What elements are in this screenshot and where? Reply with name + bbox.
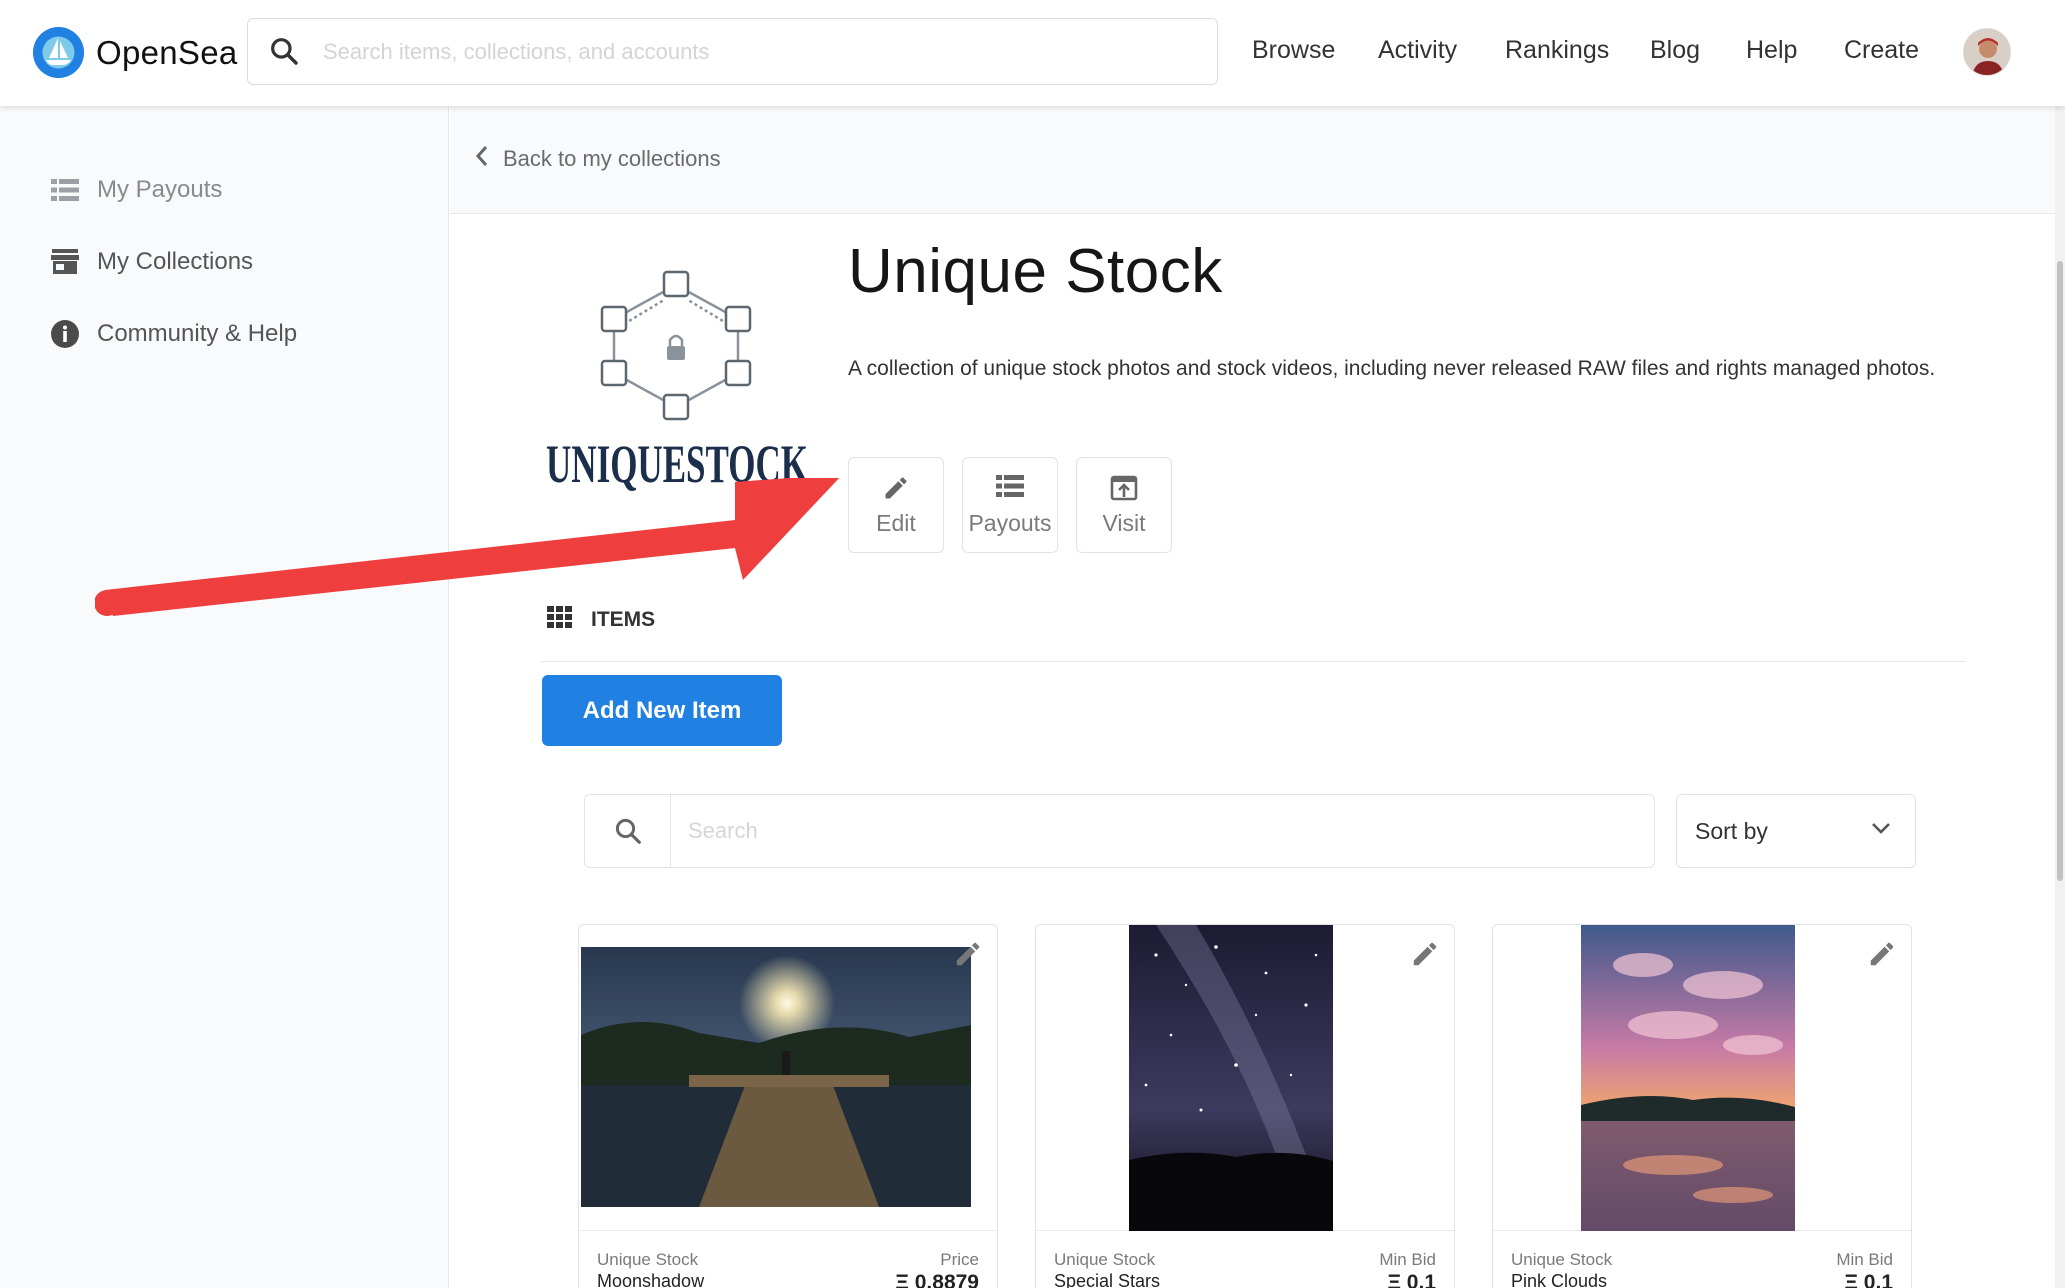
sidebar-item-community-help[interactable]: Community & Help: [50, 319, 297, 349]
opensea-logo-icon: [33, 27, 84, 78]
item-price: Ξ 0.1: [1844, 1271, 1893, 1288]
nav-activity[interactable]: Activity: [1378, 36, 1457, 65]
sidebar-item-my-payouts[interactable]: My Payouts: [50, 175, 222, 205]
item-image: [579, 925, 997, 1231]
nav-browse[interactable]: Browse: [1252, 36, 1335, 65]
nav-blog[interactable]: Blog: [1650, 36, 1700, 65]
chevron-left-icon: [475, 145, 489, 172]
nav-help[interactable]: Help: [1746, 36, 1797, 65]
sort-by-dropdown[interactable]: Sort by: [1676, 794, 1916, 868]
item-card[interactable]: Unique Stock Moonshadow Price Ξ 0.8879: [578, 924, 998, 1288]
divider: [541, 661, 1966, 662]
sidebar-item-label: Community & Help: [97, 320, 298, 347]
storefront-icon: [50, 247, 80, 277]
items-search-input[interactable]: [688, 809, 1628, 853]
edit-item-pencil-icon[interactable]: [1867, 939, 1897, 974]
add-new-item-button[interactable]: Add New Item: [542, 675, 782, 746]
opensea-logo[interactable]: OpenSea: [33, 27, 238, 78]
search-icon: [585, 795, 671, 867]
payouts-button[interactable]: Payouts: [962, 457, 1058, 553]
chevron-down-icon: [1870, 821, 1892, 840]
scrollbar-thumb[interactable]: [2057, 261, 2063, 881]
item-image: [1493, 925, 1911, 1231]
sidebar-item-label: My Collections: [97, 248, 254, 275]
list-icon: [963, 474, 1057, 498]
user-avatar[interactable]: [1963, 28, 2011, 76]
item-price-label: Min Bid: [1379, 1250, 1436, 1269]
items-section-heading: ITEMS: [547, 606, 655, 633]
list-icon: [50, 175, 80, 205]
collection-description: A collection of unique stock photos and …: [848, 357, 1936, 380]
annotation-arrow: [95, 478, 840, 616]
item-name: Pink Clouds: [1511, 1271, 1608, 1288]
item-price: Ξ 0.8879: [895, 1271, 979, 1288]
item-name: Special Stars: [1054, 1271, 1161, 1288]
item-card[interactable]: Unique Stock Pink Clouds Min Bid Ξ 0.1: [1492, 924, 1912, 1288]
sidebar-item-label: My Payouts: [97, 176, 223, 203]
global-search[interactable]: [247, 18, 1218, 85]
edit-item-pencil-icon[interactable]: [953, 939, 983, 974]
sidebar: [0, 106, 449, 1288]
item-price: Ξ 0.1: [1387, 1271, 1436, 1288]
top-header: OpenSea Browse Activity Rankings Blog He…: [0, 0, 2065, 106]
brand-name: OpenSea: [96, 33, 238, 71]
pencil-icon: [849, 474, 943, 502]
item-price-label: Min Bid: [1836, 1250, 1893, 1269]
item-collection: Unique Stock: [597, 1250, 699, 1269]
info-icon: [50, 319, 80, 349]
page-scrollbar[interactable]: [2055, 106, 2065, 1288]
item-image: [1036, 925, 1454, 1231]
item-collection: Unique Stock: [1511, 1250, 1613, 1269]
grid-icon: [547, 606, 573, 633]
nav-create[interactable]: Create: [1844, 36, 1919, 65]
sidebar-item-my-collections[interactable]: My Collections: [50, 247, 253, 277]
back-to-collections-link[interactable]: Back to my collections: [475, 145, 721, 172]
edit-button[interactable]: Edit: [848, 457, 944, 553]
collection-title: Unique Stock: [848, 237, 1223, 306]
item-price-label: Price: [940, 1250, 979, 1269]
collection-logo: UNIQUESTOCK: [540, 260, 815, 500]
external-link-icon: [1077, 474, 1171, 502]
edit-item-pencil-icon[interactable]: [1410, 939, 1440, 974]
items-search[interactable]: [584, 794, 1655, 868]
item-collection: Unique Stock: [1054, 1250, 1156, 1269]
visit-button[interactable]: Visit: [1076, 457, 1172, 553]
nav-rankings[interactable]: Rankings: [1505, 36, 1609, 65]
global-search-input[interactable]: [323, 29, 1193, 74]
item-name: Moonshadow: [597, 1271, 705, 1288]
item-card[interactable]: Unique Stock Special Stars Min Bid Ξ 0.1: [1035, 924, 1455, 1288]
search-icon: [268, 35, 300, 72]
